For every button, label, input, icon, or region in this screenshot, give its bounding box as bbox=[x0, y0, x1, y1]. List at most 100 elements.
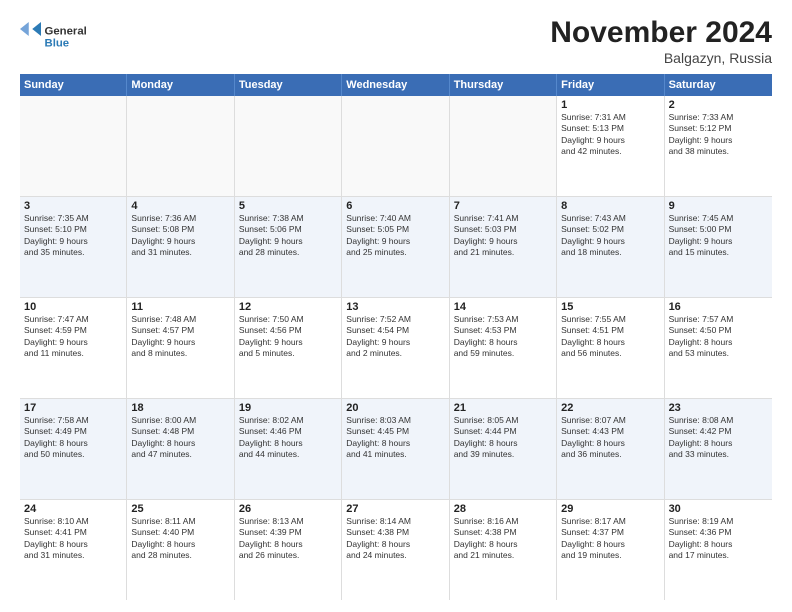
day-info: Sunrise: 7:47 AM Sunset: 4:59 PM Dayligh… bbox=[24, 314, 122, 360]
day-number: 26 bbox=[239, 503, 337, 515]
cal-cell: 29Sunrise: 8:17 AM Sunset: 4:37 PM Dayli… bbox=[557, 500, 664, 600]
day-info: Sunrise: 8:02 AM Sunset: 4:46 PM Dayligh… bbox=[239, 415, 337, 461]
day-info: Sunrise: 7:38 AM Sunset: 5:06 PM Dayligh… bbox=[239, 213, 337, 259]
cal-cell bbox=[127, 96, 234, 196]
day-number: 23 bbox=[669, 402, 768, 414]
day-number: 28 bbox=[454, 503, 552, 515]
cal-cell: 12Sunrise: 7:50 AM Sunset: 4:56 PM Dayli… bbox=[235, 298, 342, 398]
week-row-3: 10Sunrise: 7:47 AM Sunset: 4:59 PM Dayli… bbox=[20, 298, 772, 399]
day-number: 27 bbox=[346, 503, 444, 515]
day-number: 15 bbox=[561, 301, 659, 313]
cal-cell: 24Sunrise: 8:10 AM Sunset: 4:41 PM Dayli… bbox=[20, 500, 127, 600]
cal-cell: 7Sunrise: 7:41 AM Sunset: 5:03 PM Daylig… bbox=[450, 197, 557, 297]
day-info: Sunrise: 7:52 AM Sunset: 4:54 PM Dayligh… bbox=[346, 314, 444, 360]
day-info: Sunrise: 7:33 AM Sunset: 5:12 PM Dayligh… bbox=[669, 112, 768, 158]
day-info: Sunrise: 8:03 AM Sunset: 4:45 PM Dayligh… bbox=[346, 415, 444, 461]
day-number: 6 bbox=[346, 200, 444, 212]
header-friday: Friday bbox=[557, 74, 664, 96]
header-sunday: Sunday bbox=[20, 74, 127, 96]
day-info: Sunrise: 7:50 AM Sunset: 4:56 PM Dayligh… bbox=[239, 314, 337, 360]
day-info: Sunrise: 8:10 AM Sunset: 4:41 PM Dayligh… bbox=[24, 516, 122, 562]
cal-cell: 27Sunrise: 8:14 AM Sunset: 4:38 PM Dayli… bbox=[342, 500, 449, 600]
cal-cell: 17Sunrise: 7:58 AM Sunset: 4:49 PM Dayli… bbox=[20, 399, 127, 499]
day-info: Sunrise: 8:00 AM Sunset: 4:48 PM Dayligh… bbox=[131, 415, 229, 461]
cal-cell bbox=[450, 96, 557, 196]
cal-cell: 20Sunrise: 8:03 AM Sunset: 4:45 PM Dayli… bbox=[342, 399, 449, 499]
cal-cell: 5Sunrise: 7:38 AM Sunset: 5:06 PM Daylig… bbox=[235, 197, 342, 297]
cal-cell: 19Sunrise: 8:02 AM Sunset: 4:46 PM Dayli… bbox=[235, 399, 342, 499]
day-info: Sunrise: 7:35 AM Sunset: 5:10 PM Dayligh… bbox=[24, 213, 122, 259]
day-number: 9 bbox=[669, 200, 768, 212]
cal-cell bbox=[235, 96, 342, 196]
day-info: Sunrise: 8:08 AM Sunset: 4:42 PM Dayligh… bbox=[669, 415, 768, 461]
calendar: SundayMondayTuesdayWednesdayThursdayFrid… bbox=[20, 74, 772, 600]
day-info: Sunrise: 7:57 AM Sunset: 4:50 PM Dayligh… bbox=[669, 314, 768, 360]
day-number: 3 bbox=[24, 200, 122, 212]
cal-cell: 2Sunrise: 7:33 AM Sunset: 5:12 PM Daylig… bbox=[665, 96, 772, 196]
day-number: 4 bbox=[131, 200, 229, 212]
cal-cell: 16Sunrise: 7:57 AM Sunset: 4:50 PM Dayli… bbox=[665, 298, 772, 398]
cal-cell: 6Sunrise: 7:40 AM Sunset: 5:05 PM Daylig… bbox=[342, 197, 449, 297]
cal-cell: 26Sunrise: 8:13 AM Sunset: 4:39 PM Dayli… bbox=[235, 500, 342, 600]
day-number: 2 bbox=[669, 99, 768, 111]
cal-cell: 11Sunrise: 7:48 AM Sunset: 4:57 PM Dayli… bbox=[127, 298, 234, 398]
day-number: 7 bbox=[454, 200, 552, 212]
cal-cell: 21Sunrise: 8:05 AM Sunset: 4:44 PM Dayli… bbox=[450, 399, 557, 499]
svg-text:Blue: Blue bbox=[45, 38, 70, 50]
location: Balgazyn, Russia bbox=[550, 50, 772, 66]
week-row-4: 17Sunrise: 7:58 AM Sunset: 4:49 PM Dayli… bbox=[20, 399, 772, 500]
week-row-2: 3Sunrise: 7:35 AM Sunset: 5:10 PM Daylig… bbox=[20, 197, 772, 298]
day-number: 25 bbox=[131, 503, 229, 515]
day-info: Sunrise: 8:13 AM Sunset: 4:39 PM Dayligh… bbox=[239, 516, 337, 562]
day-number: 12 bbox=[239, 301, 337, 313]
day-number: 17 bbox=[24, 402, 122, 414]
day-info: Sunrise: 8:11 AM Sunset: 4:40 PM Dayligh… bbox=[131, 516, 229, 562]
cal-cell: 22Sunrise: 8:07 AM Sunset: 4:43 PM Dayli… bbox=[557, 399, 664, 499]
day-number: 22 bbox=[561, 402, 659, 414]
day-info: Sunrise: 8:07 AM Sunset: 4:43 PM Dayligh… bbox=[561, 415, 659, 461]
day-number: 30 bbox=[669, 503, 768, 515]
day-number: 10 bbox=[24, 301, 122, 313]
week-row-5: 24Sunrise: 8:10 AM Sunset: 4:41 PM Dayli… bbox=[20, 500, 772, 600]
day-number: 20 bbox=[346, 402, 444, 414]
svg-text:General: General bbox=[45, 25, 87, 37]
calendar-header: SundayMondayTuesdayWednesdayThursdayFrid… bbox=[20, 74, 772, 96]
cal-cell: 4Sunrise: 7:36 AM Sunset: 5:08 PM Daylig… bbox=[127, 197, 234, 297]
cal-cell: 10Sunrise: 7:47 AM Sunset: 4:59 PM Dayli… bbox=[20, 298, 127, 398]
day-number: 11 bbox=[131, 301, 229, 313]
day-number: 21 bbox=[454, 402, 552, 414]
cal-cell: 28Sunrise: 8:16 AM Sunset: 4:38 PM Dayli… bbox=[450, 500, 557, 600]
day-info: Sunrise: 7:45 AM Sunset: 5:00 PM Dayligh… bbox=[669, 213, 768, 259]
cal-cell: 25Sunrise: 8:11 AM Sunset: 4:40 PM Dayli… bbox=[127, 500, 234, 600]
day-info: Sunrise: 7:48 AM Sunset: 4:57 PM Dayligh… bbox=[131, 314, 229, 360]
day-number: 5 bbox=[239, 200, 337, 212]
day-number: 16 bbox=[669, 301, 768, 313]
day-number: 29 bbox=[561, 503, 659, 515]
cal-cell: 14Sunrise: 7:53 AM Sunset: 4:53 PM Dayli… bbox=[450, 298, 557, 398]
week-row-1: 1Sunrise: 7:31 AM Sunset: 5:13 PM Daylig… bbox=[20, 96, 772, 197]
header-saturday: Saturday bbox=[665, 74, 772, 96]
header-wednesday: Wednesday bbox=[342, 74, 449, 96]
day-info: Sunrise: 7:53 AM Sunset: 4:53 PM Dayligh… bbox=[454, 314, 552, 360]
header-monday: Monday bbox=[127, 74, 234, 96]
calendar-body: 1Sunrise: 7:31 AM Sunset: 5:13 PM Daylig… bbox=[20, 96, 772, 600]
day-number: 14 bbox=[454, 301, 552, 313]
day-number: 8 bbox=[561, 200, 659, 212]
day-info: Sunrise: 8:16 AM Sunset: 4:38 PM Dayligh… bbox=[454, 516, 552, 562]
day-info: Sunrise: 7:36 AM Sunset: 5:08 PM Dayligh… bbox=[131, 213, 229, 259]
cal-cell: 15Sunrise: 7:55 AM Sunset: 4:51 PM Dayli… bbox=[557, 298, 664, 398]
cal-cell: 3Sunrise: 7:35 AM Sunset: 5:10 PM Daylig… bbox=[20, 197, 127, 297]
cal-cell: 1Sunrise: 7:31 AM Sunset: 5:13 PM Daylig… bbox=[557, 96, 664, 196]
day-number: 1 bbox=[561, 99, 659, 111]
day-number: 19 bbox=[239, 402, 337, 414]
logo-svg: General Blue bbox=[20, 16, 90, 56]
header-thursday: Thursday bbox=[450, 74, 557, 96]
day-number: 24 bbox=[24, 503, 122, 515]
day-info: Sunrise: 8:14 AM Sunset: 4:38 PM Dayligh… bbox=[346, 516, 444, 562]
month-title: November 2024 bbox=[550, 16, 772, 50]
day-info: Sunrise: 8:17 AM Sunset: 4:37 PM Dayligh… bbox=[561, 516, 659, 562]
header-tuesday: Tuesday bbox=[235, 74, 342, 96]
day-info: Sunrise: 7:40 AM Sunset: 5:05 PM Dayligh… bbox=[346, 213, 444, 259]
day-info: Sunrise: 7:55 AM Sunset: 4:51 PM Dayligh… bbox=[561, 314, 659, 360]
day-info: Sunrise: 8:05 AM Sunset: 4:44 PM Dayligh… bbox=[454, 415, 552, 461]
